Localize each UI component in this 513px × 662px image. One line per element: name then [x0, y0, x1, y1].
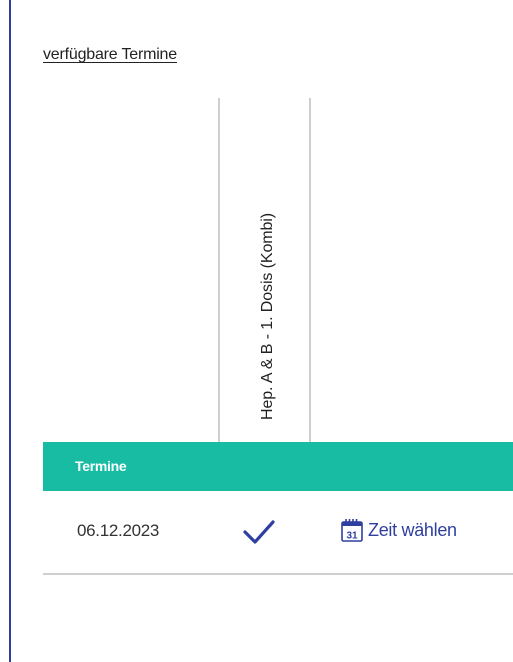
choose-time-label: Zeit wählen	[368, 519, 457, 540]
appointment-date: 06.12.2023	[77, 521, 160, 540]
vaccine-column-header: Hep. A & B - 1. Dosis (Kombi)	[220, 98, 309, 442]
appointments-header-label: Termine	[75, 458, 127, 474]
column-divider-right	[309, 98, 311, 442]
checkmark-icon	[243, 520, 275, 544]
section-title: verfügbare Termine	[43, 46, 177, 63]
left-accent-rule	[9, 0, 11, 662]
appointments-header-bar: Termine	[43, 442, 513, 491]
vaccine-column-label: Hep. A & B - 1. Dosis (Kombi)	[258, 213, 276, 420]
table-row: 06.12.2023 31 Zeit wählen	[43, 491, 513, 575]
choose-time-button[interactable]: 31 Zeit wählen	[341, 518, 457, 542]
calendar-day-number: 31	[346, 531, 358, 542]
calendar-icon: 31	[341, 519, 363, 542]
